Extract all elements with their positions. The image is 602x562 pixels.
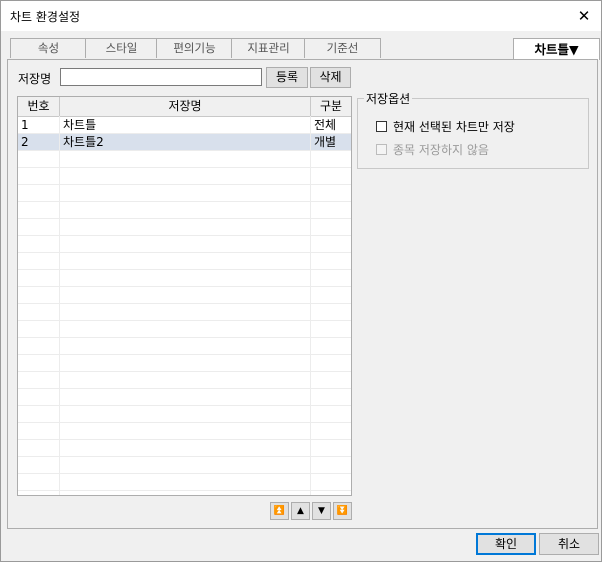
tab-properties[interactable]: 속성: [10, 38, 87, 58]
table-row: [18, 457, 351, 474]
table-row: [18, 219, 351, 236]
ok-button[interactable]: 확인: [476, 533, 536, 555]
table-row: [18, 253, 351, 270]
tab-indicator-management[interactable]: 지표관리: [231, 38, 306, 58]
cell-number: 2: [18, 134, 60, 150]
tab-style[interactable]: 스타일: [85, 38, 158, 58]
table-row: [18, 355, 351, 372]
save-selected-only-option[interactable]: 현재 선택된 차트만 저장: [376, 118, 515, 135]
move-top-icon[interactable]: ⏫: [270, 502, 289, 520]
table-row: [18, 406, 351, 423]
cell-number: 1: [18, 117, 60, 133]
no-save-symbol-option: 종목 저장하지 않음: [376, 141, 489, 158]
table-row: [18, 287, 351, 304]
table-row: [18, 151, 351, 168]
move-up-icon[interactable]: ▲: [291, 502, 310, 520]
dialog-window: 차트 환경설정 ✕ 속성 스타일 편의기능 지표관리 기준선 차트틀▼ 저장명 …: [0, 0, 602, 562]
cell-save-name: 차트틀: [60, 117, 311, 133]
header-number[interactable]: 번호: [18, 97, 60, 116]
table-row: [18, 236, 351, 253]
table-row: [18, 270, 351, 287]
cell-category: 개별: [314, 135, 337, 149]
table-row: [18, 440, 351, 457]
table-row: [18, 372, 351, 389]
header-category[interactable]: 구분: [311, 97, 351, 116]
no-save-symbol-label: 종목 저장하지 않음: [393, 143, 489, 157]
table-row: [18, 185, 351, 202]
table-row: [18, 321, 351, 338]
save-name-input[interactable]: [60, 68, 262, 86]
no-save-symbol-checkbox: [376, 144, 387, 155]
tab-convenience[interactable]: 편의기능: [156, 38, 233, 58]
header-save-name[interactable]: 저장명: [60, 97, 311, 116]
close-icon[interactable]: ✕: [573, 5, 595, 27]
move-bottom-icon[interactable]: ⏬: [333, 502, 352, 520]
save-name-label: 저장명: [18, 72, 52, 86]
tab-baseline[interactable]: 기준선: [304, 38, 381, 58]
table-row[interactable]: 1 차트틀 전체: [18, 117, 351, 134]
title-bar: 차트 환경설정 ✕: [1, 1, 601, 31]
tab-strip: 속성 스타일 편의기능 지표관리 기준선 차트틀▼: [1, 38, 601, 60]
cell-save-name: 차트틀2: [60, 134, 311, 150]
cell-category: 전체: [314, 118, 337, 132]
tab-chart-template[interactable]: 차트틀▼: [513, 38, 600, 60]
table-row: [18, 338, 351, 355]
table-row: [18, 474, 351, 491]
save-options-title: 저장옵션: [364, 90, 413, 107]
move-down-icon[interactable]: ▼: [312, 502, 331, 520]
template-table[interactable]: 번호 저장명 구분 1 차트틀 전체 2 차트틀2 개별: [17, 96, 352, 496]
table-row: [18, 423, 351, 440]
delete-button[interactable]: 삭제: [310, 67, 351, 88]
table-row: [18, 304, 351, 321]
save-selected-only-checkbox[interactable]: [376, 121, 387, 132]
save-selected-only-label: 현재 선택된 차트만 저장: [393, 120, 515, 134]
table-header: 번호 저장명 구분: [18, 97, 351, 117]
table-row[interactable]: 2 차트틀2 개별: [18, 134, 351, 151]
table-row: [18, 202, 351, 219]
cancel-button[interactable]: 취소: [539, 533, 599, 555]
table-row: [18, 389, 351, 406]
window-title: 차트 환경설정: [10, 10, 81, 24]
table-row: [18, 168, 351, 185]
register-button[interactable]: 등록: [266, 67, 308, 88]
